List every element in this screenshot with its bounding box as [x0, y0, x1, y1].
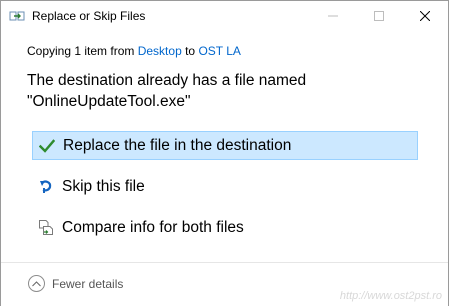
- maximize-button[interactable]: [356, 1, 402, 31]
- checkmark-icon: [37, 136, 57, 156]
- conflict-filename: "OnlineUpdateTool.exe": [27, 93, 191, 110]
- copy-files-icon: [9, 9, 25, 23]
- destination-folder-link[interactable]: OST LA: [198, 44, 240, 58]
- copying-status: Copying 1 item from Desktop to OST LA: [27, 44, 241, 58]
- minimize-icon: [328, 15, 338, 17]
- minimize-button[interactable]: [310, 1, 356, 31]
- skip-file-option[interactable]: Skip this file: [32, 172, 418, 201]
- replace-or-skip-dialog: Replace or Skip Files Copying 1 item fro…: [0, 0, 449, 306]
- compare-files-label: Compare info for both files: [62, 218, 244, 236]
- copying-middle: to: [181, 44, 199, 58]
- close-button[interactable]: [402, 1, 448, 31]
- skip-file-label: Skip this file: [62, 177, 145, 195]
- window-title: Replace or Skip Files: [32, 9, 146, 23]
- replace-file-label: Replace the file in the destination: [63, 136, 292, 154]
- title-bar[interactable]: Replace or Skip Files: [1, 1, 448, 31]
- compare-files-option[interactable]: Compare info for both files: [32, 213, 418, 242]
- close-icon: [420, 11, 430, 21]
- source-folder-link[interactable]: Desktop: [138, 44, 182, 58]
- skip-arrow-icon: [36, 177, 56, 197]
- compare-files-icon: [36, 218, 56, 238]
- chevron-up-icon: [28, 275, 45, 292]
- fewer-details-label: Fewer details: [52, 276, 124, 291]
- dialog-footer: Fewer details http://www.ost2pst.ro: [1, 262, 448, 306]
- fewer-details-button[interactable]: Fewer details: [28, 275, 123, 292]
- maximize-icon: [374, 11, 384, 21]
- conflict-message: The destination already has a file named…: [27, 70, 327, 112]
- replace-file-option[interactable]: Replace the file in the destination: [32, 131, 418, 160]
- conflict-message-line1: The destination already has a file named: [27, 72, 307, 89]
- watermark: http://www.ost2pst.ro: [339, 290, 442, 302]
- copying-prefix: Copying 1 item from: [27, 44, 138, 58]
